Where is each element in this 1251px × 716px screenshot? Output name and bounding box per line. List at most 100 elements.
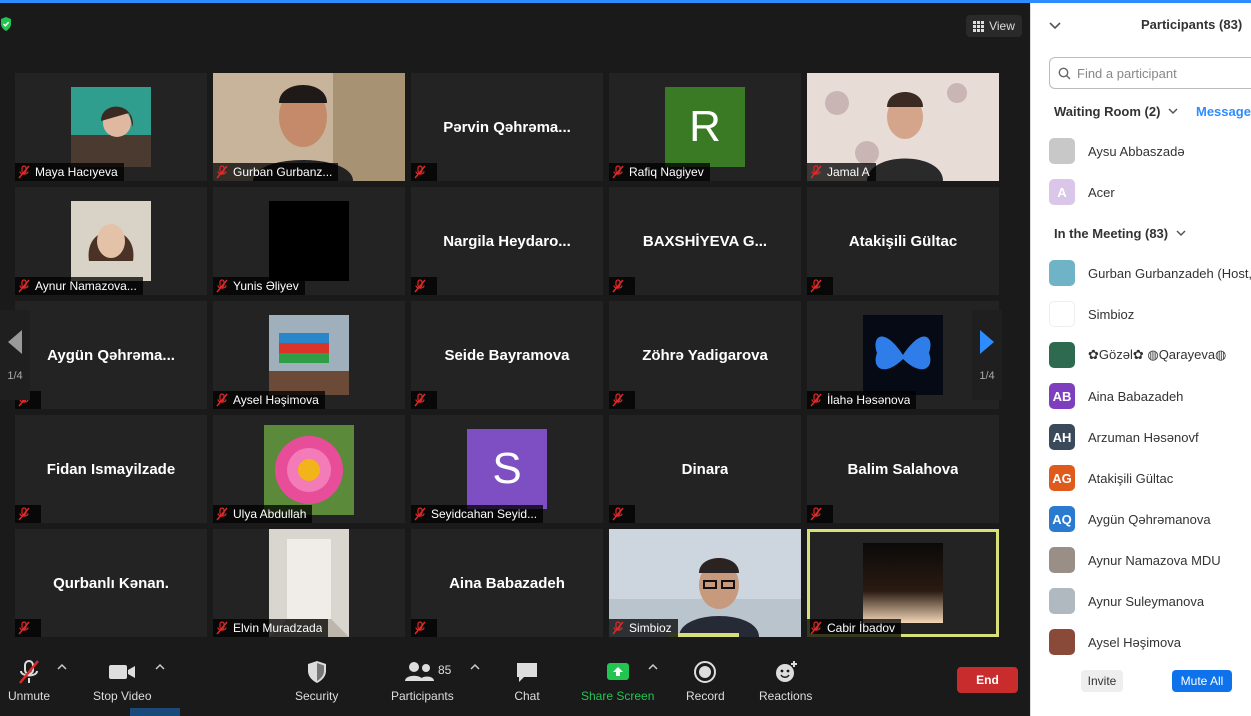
participant-list-item[interactable]: Aysu Abbaszadə — [1049, 136, 1251, 166]
previous-page-button[interactable]: 1/4 — [0, 310, 30, 400]
mute-all-button[interactable]: Mute All — [1172, 670, 1232, 692]
security-button[interactable]: Security — [295, 659, 338, 703]
participant-display-name: Qurbanlı Kənan. — [53, 574, 169, 592]
share-screen-icon — [606, 663, 629, 680]
muted-mic-icon — [810, 621, 822, 635]
participant-video-tile[interactable]: Dinara — [609, 415, 801, 523]
participant-list-item[interactable]: Aynur Suleymanova — [1049, 586, 1251, 616]
participant-video-tile[interactable]: Gurban Gurbanz... — [213, 73, 405, 181]
end-meeting-button[interactable]: End — [957, 667, 1018, 693]
participant-name-label — [411, 163, 437, 181]
muted-mic-icon — [18, 621, 30, 635]
participant-video-tile[interactable]: Pərvin Qəhrəma... — [411, 73, 603, 181]
participant-video-tile[interactable]: Maya Hacıyeva — [15, 73, 207, 181]
participant-list-item[interactable]: Aysel Həşimova — [1049, 627, 1251, 657]
arrow-left-icon — [8, 330, 22, 354]
participant-video-tile[interactable]: Yunis Əliyev — [213, 187, 405, 295]
participant-video-tile[interactable]: Aynur Namazova... — [15, 187, 207, 295]
participant-list-item[interactable]: AG Atakişili Gültac — [1049, 463, 1251, 493]
message-waiting-room-link[interactable]: Message — [1196, 104, 1251, 119]
participant-display-name: Aygün Qəhrəma... — [47, 346, 175, 364]
video-options-chevron-up-icon[interactable] — [155, 663, 165, 671]
participant-list-item[interactable]: AH Arzuman Həsənovf — [1049, 422, 1251, 452]
encryption-shield-icon — [1, 17, 11, 31]
participant-list-name: Aynur Namazova MDU — [1088, 552, 1221, 568]
participant-video-tile[interactable]: Aygün Qəhrəma... — [15, 301, 207, 409]
waiting-room-label: Waiting Room (2) — [1054, 104, 1161, 119]
participant-list-item[interactable]: ✿Gözəl✿ ◍Qarayeva◍ — [1049, 340, 1251, 370]
participant-list-item[interactable]: AQ Aygün Qəhrəmanova — [1049, 504, 1251, 534]
participant-video-tile[interactable]: Nargila Heydaro... — [411, 187, 603, 295]
participant-video-tile[interactable]: Qurbanlı Kənan. — [15, 529, 207, 637]
in-meeting-header[interactable]: In the Meeting (83) — [1054, 226, 1186, 241]
participant-list-name: Atakişili Gültac — [1088, 470, 1174, 486]
invite-button[interactable]: Invite — [1081, 670, 1123, 692]
participant-name-label: Jamal A — [807, 163, 876, 181]
participant-search-box[interactable] — [1049, 57, 1251, 89]
participant-list-name: Aysel Həşimova — [1088, 634, 1181, 650]
chat-bubble-icon — [517, 663, 537, 682]
participant-video-tile[interactable]: R Rafiq Nagiyev — [609, 73, 801, 181]
participant-video-tile[interactable]: Zöhrə Yadigarova — [609, 301, 801, 409]
participant-video-tile[interactable]: Cabir İbadov — [807, 529, 999, 637]
taskbar-accent — [130, 708, 180, 716]
participant-list-name: Simbioz — [1088, 306, 1135, 322]
muted-mic-icon — [612, 507, 624, 521]
view-button[interactable]: View — [966, 15, 1022, 37]
reactions-button[interactable]: Reactions — [759, 659, 812, 703]
record-label: Record — [686, 689, 725, 703]
participant-search-input[interactable] — [1077, 65, 1247, 81]
participant-video-tile[interactable]: Balim Salahova — [807, 415, 999, 523]
participant-name-label: Elvin Muradzada — [213, 619, 329, 637]
participant-video-tile[interactable]: Elvin Muradzada — [213, 529, 405, 637]
participant-display-name: Fidan Ismayilzade — [46, 460, 176, 478]
record-button[interactable]: Record — [686, 659, 725, 703]
participant-list-avatar: AB — [1049, 383, 1075, 409]
audio-options-chevron-up-icon[interactable] — [57, 663, 67, 671]
participant-list-item[interactable]: Aynur Namazova MDU — [1049, 545, 1251, 575]
share-options-chevron-up-icon[interactable] — [648, 663, 658, 671]
participant-avatar — [71, 87, 151, 167]
participant-display-name: Zöhrə Yadigarova — [642, 346, 768, 364]
unmute-button[interactable]: Unmute — [8, 659, 50, 703]
participant-video-tile[interactable]: BAXSHİYEVA G... — [609, 187, 801, 295]
participant-list-avatar — [1049, 588, 1075, 614]
participant-name-label: İlahə Həsənova — [807, 391, 917, 409]
participant-video-tile[interactable]: Aina Babazadeh — [411, 529, 603, 637]
muted-mic-icon — [414, 621, 426, 635]
chat-button[interactable]: Chat — [514, 659, 540, 703]
participant-video-tile[interactable]: Fidan Ismayilzade — [15, 415, 207, 523]
participant-display-name: Aina Babazadeh — [449, 574, 565, 592]
share-screen-button[interactable]: Share Screen — [581, 659, 654, 703]
participant-video-tile[interactable]: Simbioz — [609, 529, 801, 637]
participant-video-tile[interactable]: İlahə Həsənova — [807, 301, 999, 409]
participant-list-item[interactable]: Simbioz — [1049, 299, 1251, 329]
participant-display-name: Pərvin Qəhrəma... — [443, 118, 571, 136]
participant-name-label: Seyidcahan Seyid... — [411, 505, 544, 523]
participant-video-tile[interactable]: Aysel Həşimova — [213, 301, 405, 409]
participant-name-label: Simbioz — [609, 619, 678, 637]
participant-list-item[interactable]: Gurban Gurbanzadeh (Host, me) — [1049, 258, 1251, 288]
stop-video-button[interactable]: Stop Video — [93, 659, 152, 703]
collapse-panel-chevron-down-icon[interactable] — [1049, 22, 1061, 30]
participant-name-label: Rafiq Nagiyev — [609, 163, 710, 181]
participant-video-tile[interactable]: Seide Bayramova — [411, 301, 603, 409]
participant-video-tile[interactable]: S Seyidcahan Seyid... — [411, 415, 603, 523]
waiting-room-header[interactable]: Waiting Room (2) — [1054, 104, 1178, 119]
participant-video-tile[interactable]: Ulya Abdullah — [213, 415, 405, 523]
participant-list-item[interactable]: A Acer — [1049, 177, 1251, 207]
muted-mic-icon — [612, 279, 624, 293]
participants-options-chevron-up-icon[interactable] — [470, 663, 480, 671]
participant-name-label — [15, 505, 41, 523]
muted-mic-icon — [414, 165, 426, 179]
participant-list-name: Acer — [1088, 184, 1115, 200]
participant-avatar — [71, 201, 151, 281]
avatar-photo — [71, 87, 151, 167]
muted-mic-icon — [414, 279, 426, 293]
avatar-photo — [71, 201, 151, 281]
next-page-button[interactable]: 1/4 — [972, 310, 1002, 400]
participant-list-item[interactable]: AB Aina Babazadeh — [1049, 381, 1251, 411]
participant-video-tile[interactable]: Jamal A — [807, 73, 999, 181]
security-shield-icon — [307, 661, 326, 683]
participant-video-tile[interactable]: Atakişili Gültac — [807, 187, 999, 295]
